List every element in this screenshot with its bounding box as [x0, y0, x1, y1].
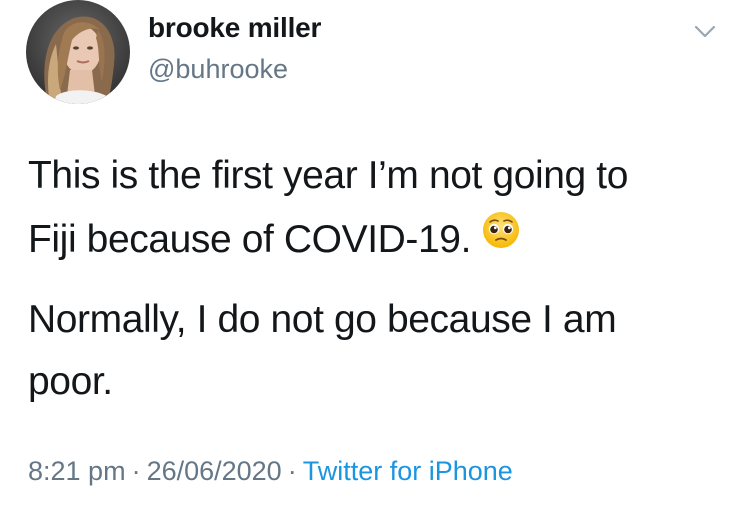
tweet-text-line-with-emoji: Fiji because of COVID-19. [28, 208, 728, 274]
tweet-meta: 8:21 pm · 26/06/2020 · Twitter for iPhone [28, 456, 513, 487]
meta-separator: · [287, 456, 297, 486]
author-handle[interactable]: @buhrooke [148, 54, 288, 85]
tweet-card: brooke miller @buhrooke This is the firs… [0, 0, 745, 514]
pleading-face-emoji-icon [481, 206, 521, 270]
tweet-source-link[interactable]: Twitter for iPhone [303, 456, 513, 486]
tweet-text-line: Normally, I do not go because I am [28, 298, 617, 341]
meta-separator: · [131, 456, 141, 486]
chevron-down-icon[interactable] [690, 18, 720, 44]
tweet-text-line: poor. [28, 360, 113, 403]
author-name[interactable]: brooke miller [148, 12, 321, 44]
tweet-date[interactable]: 26/06/2020 [147, 456, 282, 486]
tweet-time[interactable]: 8:21 pm [28, 456, 126, 486]
tweet-text-line: This is the first year I’m not going to [28, 154, 628, 197]
tweet-text: Fiji because of COVID-19. [28, 218, 472, 261]
avatar[interactable] [26, 0, 130, 104]
